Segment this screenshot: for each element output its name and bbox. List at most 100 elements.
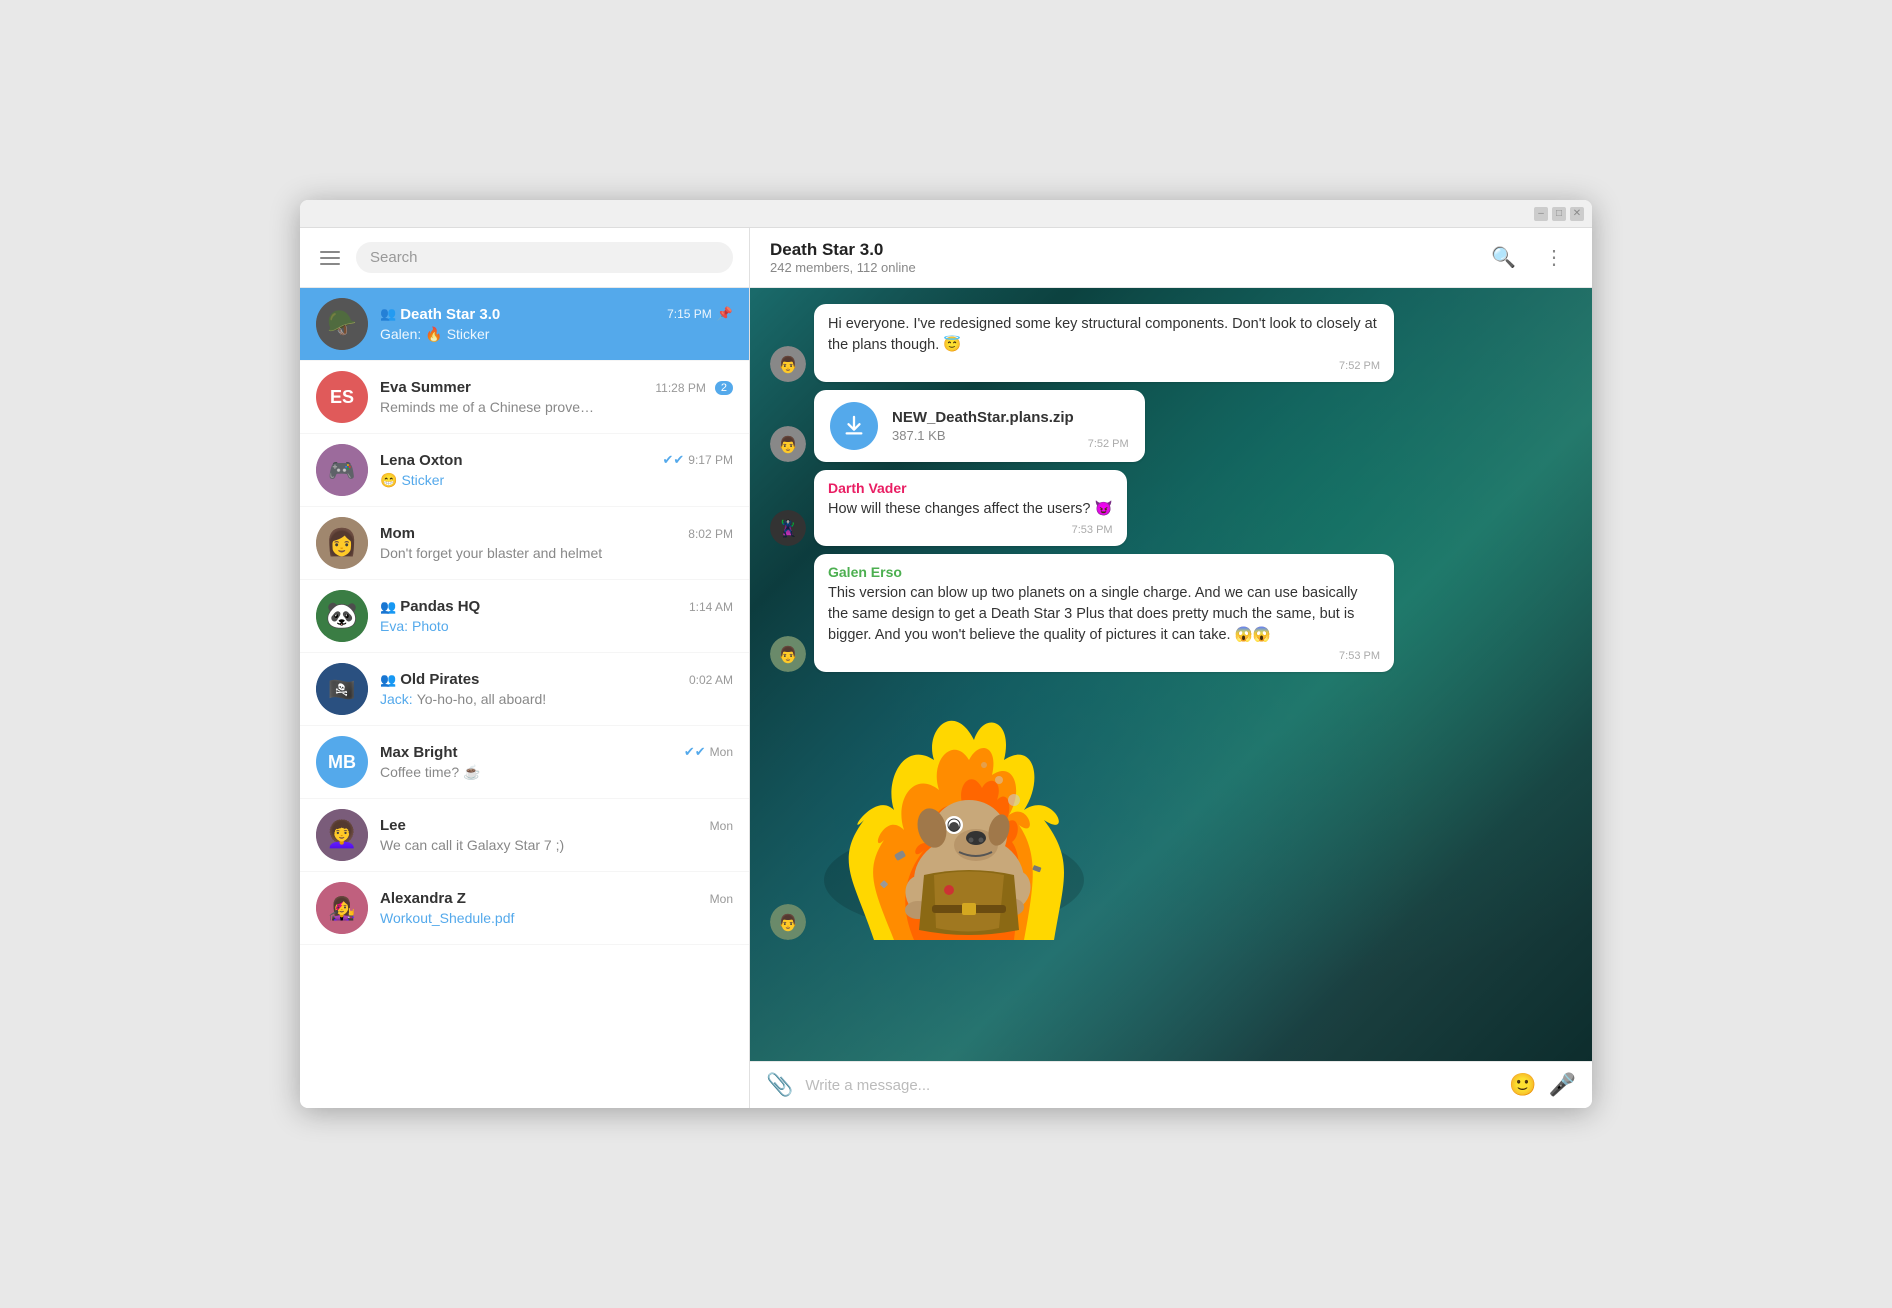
- sender-avatar: 👨: [770, 904, 806, 940]
- svg-text:🏴‍☠️: 🏴‍☠️: [328, 677, 355, 702]
- close-button[interactable]: ✕: [1570, 207, 1584, 221]
- avatar: 🪖: [316, 298, 368, 350]
- message-text: This version can blow up two planets on …: [828, 583, 1380, 646]
- chat-info: Mom 8:02 PM Don't forget your blaster an…: [380, 525, 733, 561]
- message-text: How will these changes affect the users?…: [828, 499, 1113, 520]
- chat-info: Eva Summer 11:28 PM 2 Reminds me of a Ch…: [380, 379, 733, 415]
- sender-avatar: 👨: [770, 426, 806, 462]
- svg-text:🦹: 🦹: [778, 519, 798, 538]
- avatar: 👩: [316, 517, 368, 569]
- avatar: 👩‍🦱: [316, 809, 368, 861]
- message-group: 👨 Hi everyone. I've redesigned some key …: [770, 304, 1572, 382]
- chat-name: Eva Summer: [380, 379, 471, 396]
- chat-item-eva-summer[interactable]: ES Eva Summer 11:28 PM 2 Reminds me of a…: [300, 361, 749, 434]
- chat-meta: 242 members, 112 online: [770, 260, 1471, 275]
- chat-header-info: Death Star 3.0 242 members, 112 online: [770, 240, 1471, 275]
- attachment-button[interactable]: 📎: [766, 1072, 793, 1098]
- pin-icon: 📌: [717, 306, 733, 322]
- chat-item-alexandra-z[interactable]: 👩‍🎤 Alexandra Z Mon Workout_Shedule.pdf: [300, 872, 749, 945]
- avatar: 🐼: [316, 590, 368, 642]
- svg-text:👨: 👨: [778, 913, 798, 932]
- chat-time: 8:02 PM: [688, 527, 733, 541]
- avatar: 🏴‍☠️: [316, 663, 368, 715]
- group-icon: 👥: [380, 672, 396, 688]
- more-options-button[interactable]: ⋮: [1536, 241, 1572, 274]
- sticker-image: [814, 680, 1094, 940]
- unread-badge: 2: [715, 381, 733, 395]
- message-time: 7:53 PM: [828, 524, 1113, 536]
- chat-preview: Coffee time? ☕: [380, 764, 733, 781]
- message-input[interactable]: [805, 1077, 1497, 1094]
- chat-info: Lee Mon We can call it Galaxy Star 7 ;): [380, 817, 733, 853]
- message-group-file: 👨 NEW_DeathStar.plans.zip 387.1 KB 7:52 …: [770, 390, 1572, 462]
- chat-info: 👥 Death Star 3.0 7:15 PM 📌 Galen: 🔥: [380, 306, 733, 343]
- chat-time: Mon: [710, 745, 733, 759]
- message-text: Hi everyone. I've redesigned some key st…: [828, 314, 1380, 356]
- message-group-galen: 👨 Galen Erso This version can blow up tw…: [770, 554, 1572, 672]
- search-header-button[interactable]: 🔍: [1483, 241, 1524, 274]
- emoji-button[interactable]: 🙂: [1509, 1072, 1536, 1098]
- search-input[interactable]: Search: [356, 242, 733, 273]
- chat-time: 1:14 AM: [689, 600, 733, 614]
- sender-name: Darth Vader: [828, 480, 1113, 496]
- sender-avatar: 🦹: [770, 510, 806, 546]
- chat-preview: Reminds me of a Chinese prove…: [380, 399, 733, 415]
- sidebar: Search 🪖 👥 Death Star 3.0: [300, 228, 750, 1108]
- chat-name: Alexandra Z: [380, 890, 466, 907]
- chat-time: Mon: [710, 819, 733, 833]
- chat-item-death-star[interactable]: 🪖 👥 Death Star 3.0 7:15 PM 📌: [300, 288, 749, 361]
- file-size: 387.1 KB: [892, 428, 1074, 443]
- chat-time: 9:17 PM: [688, 453, 733, 467]
- chat-name: 👥 Old Pirates: [380, 671, 479, 688]
- message-time: 7:52 PM: [828, 360, 1380, 372]
- file-info: NEW_DeathStar.plans.zip 387.1 KB: [892, 409, 1074, 443]
- svg-text:👩‍🎤: 👩‍🎤: [328, 896, 355, 921]
- read-ticks: ✔✔: [663, 452, 685, 468]
- chat-item-lena-oxton[interactable]: 🎮 Lena Oxton ✔✔ 9:17 PM 😁 Sticker: [300, 434, 749, 507]
- chat-time: 0:02 AM: [689, 673, 733, 687]
- minimize-button[interactable]: –: [1534, 207, 1548, 221]
- avatar: ES: [316, 371, 368, 423]
- chat-name: 👥 Pandas HQ: [380, 598, 480, 615]
- maximize-button[interactable]: □: [1552, 207, 1566, 221]
- chat-title: Death Star 3.0: [770, 240, 1471, 260]
- chat-item-max-bright[interactable]: MB Max Bright ✔✔ Mon Coffee time? ☕: [300, 726, 749, 799]
- sender-avatar: 👨: [770, 636, 806, 672]
- menu-button[interactable]: [316, 247, 344, 269]
- avatar: 👩‍🎤: [316, 882, 368, 934]
- sticker-emoji: 🔥: [425, 326, 442, 343]
- svg-text:👨: 👨: [778, 355, 798, 374]
- file-name: NEW_DeathStar.plans.zip: [892, 409, 1074, 426]
- chat-area: Death Star 3.0 242 members, 112 online 🔍…: [750, 228, 1592, 1108]
- group-icon: 👥: [380, 599, 396, 615]
- chat-input-bar: 📎 🙂 🎤: [750, 1061, 1592, 1108]
- message-group-sticker: 👨: [770, 680, 1572, 940]
- chat-preview: Jack: Yo-ho-ho, all aboard!: [380, 691, 733, 707]
- chat-info: Alexandra Z Mon Workout_Shedule.pdf: [380, 890, 733, 926]
- chat-info: 👥 Old Pirates 0:02 AM Jack: Yo-ho-ho, al…: [380, 671, 733, 707]
- chat-info: Max Bright ✔✔ Mon Coffee time? ☕: [380, 744, 733, 781]
- svg-text:👨: 👨: [778, 435, 798, 454]
- chat-time: 7:15 PM: [667, 307, 712, 321]
- chat-item-pandas-hq[interactable]: 🐼 👥 Pandas HQ 1:14 AM Eva: Photo: [300, 580, 749, 653]
- chat-preview: Eva: Photo: [380, 618, 733, 634]
- chat-preview: We can call it Galaxy Star 7 ;): [380, 837, 733, 853]
- chat-item-lee[interactable]: 👩‍🦱 Lee Mon We can call it Galaxy Star 7…: [300, 799, 749, 872]
- chat-item-mom[interactable]: 👩 Mom 8:02 PM Don't forget your blaster …: [300, 507, 749, 580]
- voice-button[interactable]: 🎤: [1549, 1072, 1576, 1098]
- svg-text:👩: 👩: [326, 527, 358, 557]
- sender-name: Galen Erso: [828, 564, 1380, 580]
- download-icon[interactable]: [830, 402, 878, 450]
- group-icon: 👥: [380, 306, 396, 322]
- read-ticks: ✔✔: [684, 744, 706, 760]
- message-time: 7:53 PM: [828, 650, 1380, 662]
- chat-preview: Don't forget your blaster and helmet: [380, 545, 733, 561]
- avatar: MB: [316, 736, 368, 788]
- chat-item-old-pirates[interactable]: 🏴‍☠️ 👥 Old Pirates 0:02 AM Jack:: [300, 653, 749, 726]
- svg-text:🎮: 🎮: [328, 458, 355, 483]
- message-bubble: Hi everyone. I've redesigned some key st…: [814, 304, 1394, 382]
- file-bubble[interactable]: NEW_DeathStar.plans.zip 387.1 KB 7:52 PM: [814, 390, 1145, 462]
- chat-name: Max Bright: [380, 744, 458, 761]
- chat-info: 👥 Pandas HQ 1:14 AM Eva: Photo: [380, 598, 733, 634]
- avatar: 🎮: [316, 444, 368, 496]
